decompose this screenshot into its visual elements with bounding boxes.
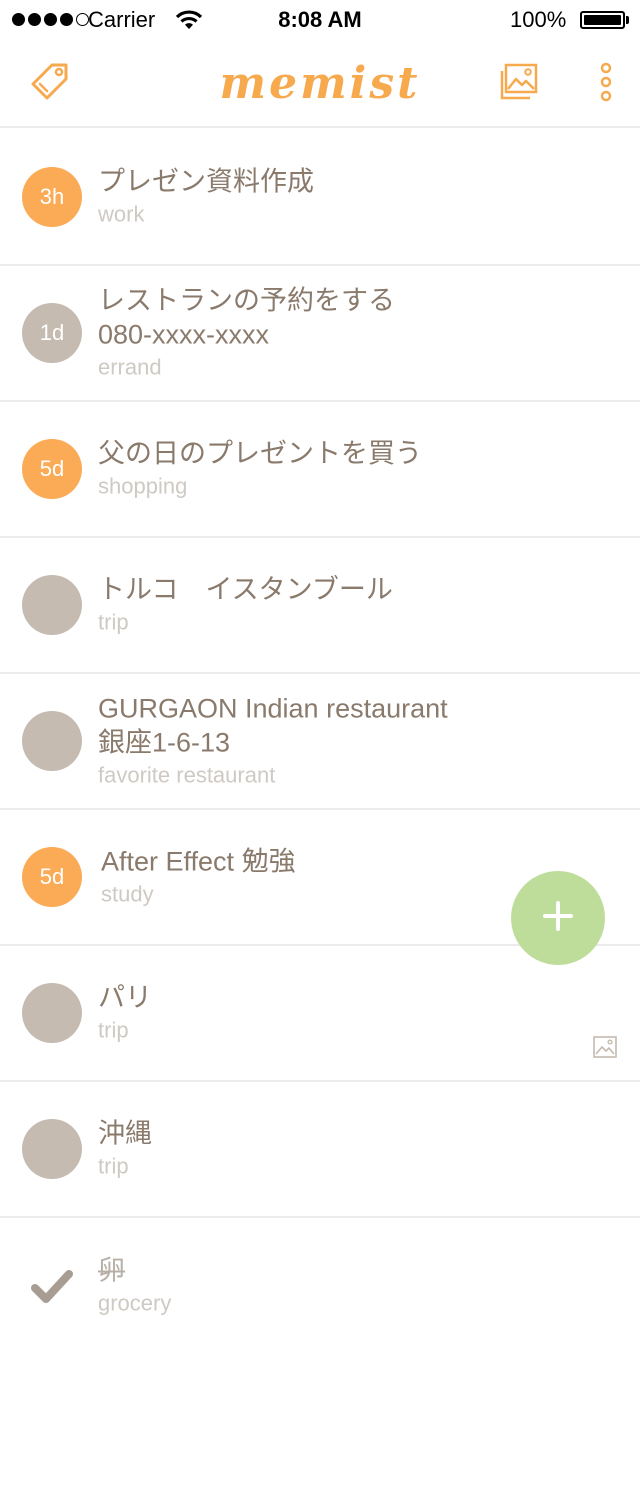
due-badge: 1d [22, 303, 82, 363]
memo-item[interactable]: 沖縄 trip [0, 1082, 640, 1218]
memo-title: 卵 [98, 1255, 125, 1286]
memo-tag: favorite restaurant [98, 762, 276, 788]
memo-tag: trip [98, 609, 129, 635]
memo-item[interactable]: GURGAON Indian restaurant 銀座1-6-13 favor… [0, 674, 640, 810]
app-header: memist [0, 40, 640, 128]
memo-title-line2: 080-xxxx-xxxx [98, 319, 270, 350]
memo-list: 3h プレゼン資料作成 work 1d レストランの予約をする 080-xxxx… [0, 130, 640, 1354]
status-circle [22, 575, 82, 635]
memo-title: After Effect 勉強 [101, 846, 296, 877]
due-badge: 5d [22, 439, 82, 499]
due-badge: 3h [22, 167, 82, 227]
more-options-button[interactable] [584, 62, 628, 106]
status-circle [22, 1119, 82, 1179]
memo-title: レストランの予約をする [98, 285, 395, 316]
status-circle [22, 983, 82, 1043]
memo-item[interactable]: 3h プレゼン資料作成 work [0, 130, 640, 266]
memo-title: 沖縄 [98, 1118, 152, 1149]
checkmark-icon[interactable] [22, 1256, 82, 1316]
memo-tag: grocery [98, 1290, 172, 1316]
memo-title: プレゼン資料作成 [98, 166, 314, 197]
memo-title: パリ [98, 982, 152, 1013]
memo-title: 父の日のプレゼントを買う [98, 438, 422, 469]
memo-tag: errand [98, 354, 162, 380]
memo-title-line2: 銀座1-6-13 [98, 727, 231, 758]
battery-percentage: 100% [510, 7, 567, 32]
image-attachment-icon [593, 1036, 617, 1063]
status-bar: Carrier 8:08 AM 100% [0, 0, 640, 40]
memo-item[interactable]: 5d 父の日のプレゼントを買う shopping [0, 402, 640, 538]
battery-icon [580, 11, 625, 29]
memo-item[interactable]: トルコ イスタンブール trip [0, 538, 640, 674]
plus-icon [541, 899, 575, 938]
memo-tag: work [98, 201, 145, 227]
add-memo-button[interactable] [511, 871, 605, 965]
memo-tag: study [101, 881, 154, 907]
memo-item[interactable]: パリ trip [0, 946, 640, 1082]
memo-tag: trip [98, 1017, 129, 1043]
memo-tag: trip [98, 1153, 129, 1179]
gallery-button[interactable] [497, 62, 541, 106]
status-circle [22, 711, 82, 771]
memo-item-completed[interactable]: 卵 grocery [0, 1218, 640, 1354]
image-gallery-icon [499, 62, 539, 107]
memo-title: GURGAON Indian restaurant [98, 693, 448, 724]
due-badge: 5d [22, 847, 82, 907]
memo-title: トルコ イスタンブール [98, 574, 393, 605]
memo-tag: shopping [98, 473, 188, 499]
app-logo: memist [219, 58, 421, 109]
memo-item[interactable]: 1d レストランの予約をする 080-xxxx-xxxx errand [0, 266, 640, 402]
more-vertical-icon [596, 62, 616, 107]
